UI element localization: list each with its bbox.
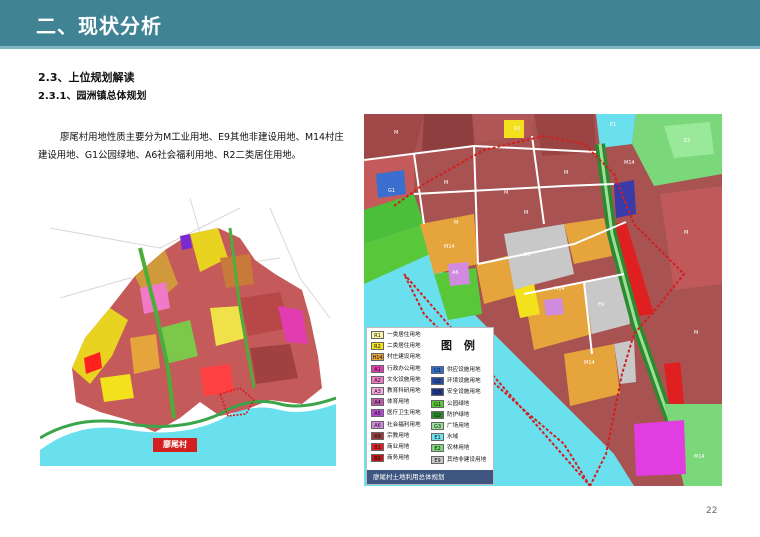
legend-item: A5 医疗卫生用地 bbox=[371, 409, 431, 418]
map-label: M14 bbox=[444, 244, 455, 250]
legend-item: H14 村庄建设用地 bbox=[371, 353, 431, 362]
legend-label: 公园绿地 bbox=[447, 400, 470, 407]
legend-label: 一类居住用地 bbox=[387, 332, 421, 338]
village-label: 廖尾村 bbox=[153, 438, 197, 452]
map-label: E9 bbox=[598, 302, 604, 308]
legend-item: G2 防护绿地 bbox=[431, 410, 491, 420]
legend-label: 商业用地 bbox=[387, 444, 410, 450]
subsection-title: 2.3.1、园洲镇总体规划 bbox=[38, 91, 147, 102]
map-label: G1 bbox=[388, 188, 395, 194]
legend-label: 宗教用地 bbox=[387, 432, 410, 439]
legend-swatch: A6 bbox=[371, 420, 384, 429]
section-title: 2.3、上位规划解读 bbox=[38, 71, 135, 84]
legend-item: A1 行政办公用地 bbox=[371, 364, 431, 374]
legend-label: 农林用地 bbox=[447, 445, 470, 452]
legend-item: E9 其他非建设用地 bbox=[431, 455, 491, 465]
map-label: M bbox=[394, 130, 398, 136]
legend-label: 行政办公用地 bbox=[387, 365, 421, 372]
legend-label: 水域 bbox=[447, 434, 459, 441]
legend-item: G3 广场用地 bbox=[431, 422, 491, 431]
legend-swatch: G1 bbox=[431, 399, 444, 408]
legend-swatch: E9 bbox=[431, 455, 444, 464]
legend-swatch: A9 bbox=[371, 431, 384, 440]
legend-swatch: R1 bbox=[371, 331, 384, 339]
legend-swatch: A1 bbox=[371, 364, 384, 373]
map-label: M bbox=[694, 330, 698, 336]
map-label: M14 bbox=[554, 286, 565, 292]
legend-item: B1 商业用地 bbox=[371, 443, 431, 452]
legend-swatch: H14 bbox=[371, 353, 384, 362]
legend-label: 体育用地 bbox=[387, 399, 410, 406]
page-number: 22 bbox=[706, 506, 718, 516]
legend-swatch: A2 bbox=[371, 375, 384, 384]
legend-item: A3 教育科研用地 bbox=[371, 387, 431, 396]
legend-item: E1 水域 bbox=[431, 433, 491, 442]
header-bar: 二、现状分析 bbox=[0, 0, 760, 46]
map-label: M bbox=[524, 210, 528, 216]
legend-swatch: U3 bbox=[431, 388, 444, 397]
legend-label: 环境设施用地 bbox=[447, 378, 481, 385]
legend-label: 教育科研用地 bbox=[387, 388, 421, 394]
legend-label: 其他非建设用地 bbox=[447, 456, 487, 463]
body-paragraph: 廖尾村用地性质主要分为M工业用地、E9其他非建设用地、M14村庄建设用地、G1公… bbox=[38, 132, 344, 161]
map-label: R2 bbox=[514, 126, 521, 132]
legend-label: 文化设施用地 bbox=[387, 376, 421, 383]
legend-label: 广场用地 bbox=[447, 423, 470, 429]
legend-swatch: E1 bbox=[431, 433, 444, 442]
legend-item: E2 农林用地 bbox=[431, 444, 491, 453]
legend-swatch: R2 bbox=[371, 342, 384, 351]
legend-footer: 廖尾村土地利用总体规划 bbox=[367, 470, 493, 484]
legend-label: 二类居住用地 bbox=[387, 343, 421, 350]
legend-swatch: A4 bbox=[371, 398, 384, 407]
legend-item: U3 安全设施用地 bbox=[431, 388, 491, 397]
map-label: E2 bbox=[684, 138, 690, 144]
legend-heading: 图 例 bbox=[441, 339, 479, 352]
legend-swatch: G3 bbox=[431, 422, 444, 430]
map-label: E1 bbox=[610, 122, 616, 128]
map-label: M14 bbox=[694, 454, 705, 460]
legend-item: A9 宗教用地 bbox=[371, 431, 431, 441]
legend-item: R1 一类居住用地 bbox=[371, 331, 431, 340]
legend-item: A4 体育用地 bbox=[371, 398, 431, 407]
legend-label: 防护绿地 bbox=[447, 411, 470, 418]
legend-item: R2 二类居住用地 bbox=[371, 342, 431, 351]
map-label: M bbox=[454, 220, 458, 226]
legend-label: 供应设施用地 bbox=[447, 367, 481, 373]
map-label: E9 bbox=[524, 252, 530, 258]
map-label: M bbox=[684, 230, 688, 236]
legend-swatch: A5 bbox=[371, 409, 384, 418]
map-label: A6 bbox=[452, 270, 459, 276]
header-accent-line bbox=[0, 46, 760, 49]
legend-label: 安全设施用地 bbox=[447, 389, 481, 396]
legend-swatch: A3 bbox=[371, 387, 384, 395]
page-title: 二、现状分析 bbox=[36, 14, 162, 38]
legend-item: A6 社会福利用地 bbox=[371, 420, 431, 430]
map-label: M bbox=[444, 180, 448, 186]
legend-item: B2 商务用地 bbox=[371, 454, 431, 463]
legend-item: U2 环境设施用地 bbox=[431, 377, 491, 386]
legend-swatch: U1 bbox=[431, 366, 444, 374]
legend-label: 医疗卫生用地 bbox=[387, 410, 421, 417]
legend-item: U1 供应设施用地 bbox=[431, 366, 491, 375]
legend-swatch: G2 bbox=[431, 410, 444, 419]
map-label: M bbox=[504, 190, 508, 196]
legend-swatch: B2 bbox=[371, 454, 384, 463]
map-legend: 图 例 R1 一类居住用地 R2 二类居住用地 H14 村庄建设用地 A1 行政办公用地 A2 文… bbox=[366, 327, 494, 485]
town-plan-map bbox=[40, 188, 336, 466]
map-label: M bbox=[564, 170, 568, 176]
legend-item: A2 文化设施用地 bbox=[371, 375, 431, 385]
legend-swatch: U2 bbox=[431, 377, 444, 386]
map-label: M14 bbox=[624, 160, 635, 166]
legend-label: 商务用地 bbox=[387, 455, 410, 462]
legend-swatch: E2 bbox=[431, 444, 444, 453]
map-label: M14 bbox=[584, 360, 595, 366]
legend-label: 村庄建设用地 bbox=[387, 354, 421, 361]
legend-swatch: B1 bbox=[371, 443, 384, 451]
legend-label: 社会福利用地 bbox=[387, 421, 421, 428]
legend-item: G1 公园绿地 bbox=[431, 399, 491, 409]
